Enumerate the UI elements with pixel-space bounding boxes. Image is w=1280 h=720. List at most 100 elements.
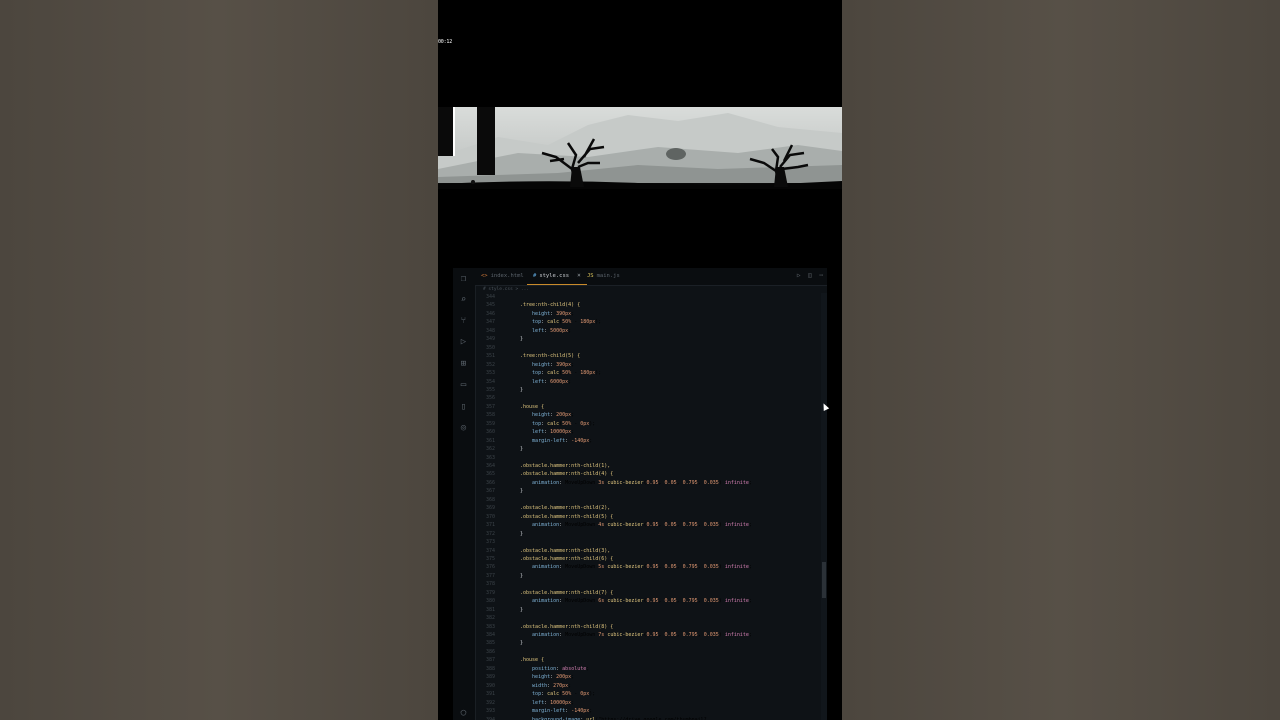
code-line[interactable]: 364 .obstacle.hammer:nth-child(1), (475, 462, 817, 470)
code-line[interactable]: 347 top: calc(50% - 180px); (475, 318, 817, 326)
activity-bar: ❐ ⌕ ⑂ ▷ ⊞ ▭ ▯ ◎ ◯ (453, 268, 476, 720)
code-line[interactable]: 350 (475, 344, 817, 352)
code-line[interactable]: 378 (475, 580, 817, 588)
code-line[interactable]: 375 .obstacle.hammer:nth-child(6) { (475, 555, 817, 563)
code-line[interactable]: 385} (475, 639, 817, 647)
code-line[interactable]: 389 height: 200px; (475, 673, 817, 681)
tab-main-js[interactable]: JS main.js (587, 268, 620, 284)
code-line[interactable]: 345 .tree:nth-child(4) { (475, 301, 817, 309)
code-line[interactable]: 366 animation: MoveUpDown 3s cubic-bezie… (475, 479, 817, 487)
code-line[interactable]: 348 left: 5000px; (475, 327, 817, 335)
code-line[interactable]: 387 .house { (475, 656, 817, 664)
code-line[interactable]: 390 width: 270px; (475, 682, 817, 690)
code-line[interactable]: 363 (475, 454, 817, 462)
line-text: } (520, 488, 524, 495)
line-text: top: calc(50% - 0px); (532, 420, 596, 427)
code-line[interactable]: 370 .obstacle.hammer:nth-child(5) { (475, 513, 817, 521)
code-line[interactable]: 344 (475, 293, 817, 301)
editor-scrollbar[interactable] (821, 293, 827, 720)
code-line[interactable]: 380 animation: MoveUpDown 6s cubic-bezie… (475, 597, 817, 605)
line-number: 363 (485, 454, 495, 461)
code-line[interactable]: 369 .obstacle.hammer:nth-child(2), (475, 504, 817, 512)
tab-style-css[interactable]: # style.css × (527, 268, 587, 285)
code-line[interactable]: 379 .obstacle.hammer:nth-child(7) { (475, 589, 817, 597)
line-text: .obstacle.hammer:nth-child(6) { (520, 555, 614, 562)
code-line[interactable]: 377} (475, 572, 817, 580)
line-number: 345 (485, 302, 495, 309)
code-line[interactable]: 386 (475, 648, 817, 656)
code-line[interactable]: 381} (475, 606, 817, 614)
line-number: 353 (485, 370, 495, 377)
line-text: top: calc(50% - 180px); (532, 319, 602, 326)
line-text: margin-left: -140px; (532, 437, 593, 444)
line-number: 372 (485, 530, 495, 537)
extensions-icon[interactable]: ⊞ (458, 359, 469, 370)
code-line[interactable]: 354 left: 6000px; (475, 378, 817, 386)
line-number: 347 (485, 319, 495, 326)
scrollbar-thumb[interactable] (822, 562, 826, 598)
code-line[interactable]: 346 height: 390px; (475, 310, 817, 318)
code-line[interactable]: 372} (475, 530, 817, 538)
line-number: 380 (485, 598, 495, 605)
code-line[interactable]: 383 .obstacle.hammer:nth-child(8) { (475, 623, 817, 631)
line-text: .obstacle.hammer:nth-child(3), (520, 547, 611, 554)
line-number: 348 (485, 327, 495, 334)
code-line[interactable]: 355} (475, 386, 817, 394)
remote-icon[interactable]: ◎ (458, 423, 469, 434)
line-text: left: 6000px; (532, 378, 572, 385)
code-line[interactable]: 365 .obstacle.hammer:nth-child(4) { (475, 470, 817, 478)
line-number: 383 (485, 623, 495, 630)
line-text: animation: MoveUpDown 3s cubic-bezier(0.… (532, 479, 752, 486)
editor-actions: ▷ ◫ ⋯ (793, 268, 823, 284)
mobile-icon[interactable]: ▯ (458, 402, 469, 413)
code-line[interactable]: 361 margin-left: -140px; (475, 437, 817, 445)
code-line[interactable]: 388 position: absolute; (475, 665, 817, 673)
code-line[interactable]: 359 top: calc(50% - 0px); (475, 420, 817, 428)
code-line[interactable]: 367} (475, 487, 817, 495)
code-line[interactable]: 394 background-image: url("https://drive… (475, 716, 817, 720)
code-line[interactable]: 376 animation: MoveUpDown 5s cubic-bezie… (475, 563, 817, 571)
code-line[interactable]: 351 .tree:nth-child(5) { (475, 352, 817, 360)
code-line[interactable]: 384 animation: MoveUpDown 7s cubic-bezie… (475, 631, 817, 639)
code-line[interactable]: 353 top: calc(50% - 180px); (475, 369, 817, 377)
code-line[interactable]: 352 height: 390px; (475, 361, 817, 369)
line-number: 375 (485, 555, 495, 562)
code-line[interactable]: 362} (475, 445, 817, 453)
code-line[interactable]: 360 left: 10000px; (475, 428, 817, 436)
code-line[interactable]: 393 margin-left: -140px; (475, 707, 817, 715)
code-line[interactable]: 356 (475, 394, 817, 402)
line-text: top: calc(50% - 0px); (532, 691, 596, 698)
game-timer: 00:12 (438, 39, 453, 45)
code-line[interactable]: 382 (475, 614, 817, 622)
source-control-icon[interactable]: ⑂ (458, 316, 469, 327)
code-line[interactable]: 357 .house { (475, 403, 817, 411)
line-text: } (520, 640, 524, 647)
line-number: 355 (485, 386, 495, 393)
split-editor-icon[interactable]: ◫ (808, 272, 812, 279)
search-icon[interactable]: ⌕ (458, 295, 469, 306)
code-line[interactable]: 374 .obstacle.hammer:nth-child(3), (475, 547, 817, 555)
code-line[interactable]: 358 height: 200px; (475, 411, 817, 419)
files-icon[interactable]: ❐ (458, 274, 469, 285)
line-text: .house { (520, 403, 545, 410)
code-line[interactable]: 349} (475, 335, 817, 343)
code-area[interactable]: 344 345 .tree:nth-child(4) {346 height: 39… (475, 293, 817, 720)
line-text: .obstacle.hammer:nth-child(7) { (520, 589, 614, 596)
folder-icon[interactable]: ▭ (458, 380, 469, 391)
run-icon[interactable]: ▷ (797, 272, 801, 279)
run-debug-icon[interactable]: ▷ (458, 337, 469, 348)
code-line[interactable]: 368 (475, 496, 817, 504)
account-icon[interactable]: ◯ (458, 708, 469, 719)
close-icon[interactable]: × (577, 272, 581, 279)
code-line[interactable]: 392 left: 10000px; (475, 699, 817, 707)
code-line[interactable]: 371 animation: MoveUpDown 4s cubic-bezie… (475, 521, 817, 529)
more-actions-icon[interactable]: ⋯ (819, 272, 823, 279)
line-text: .tree:nth-child(5) { (520, 353, 581, 360)
code-line[interactable]: 373 (475, 538, 817, 546)
line-number: 382 (485, 615, 495, 622)
line-text: .obstacle.hammer:nth-child(1), (520, 463, 611, 469)
js-file-icon: JS (587, 273, 594, 279)
tab-index-html[interactable]: <> index.html (481, 268, 524, 284)
line-number: 370 (485, 513, 495, 520)
code-line[interactable]: 391 top: calc(50% - 0px); (475, 690, 817, 698)
